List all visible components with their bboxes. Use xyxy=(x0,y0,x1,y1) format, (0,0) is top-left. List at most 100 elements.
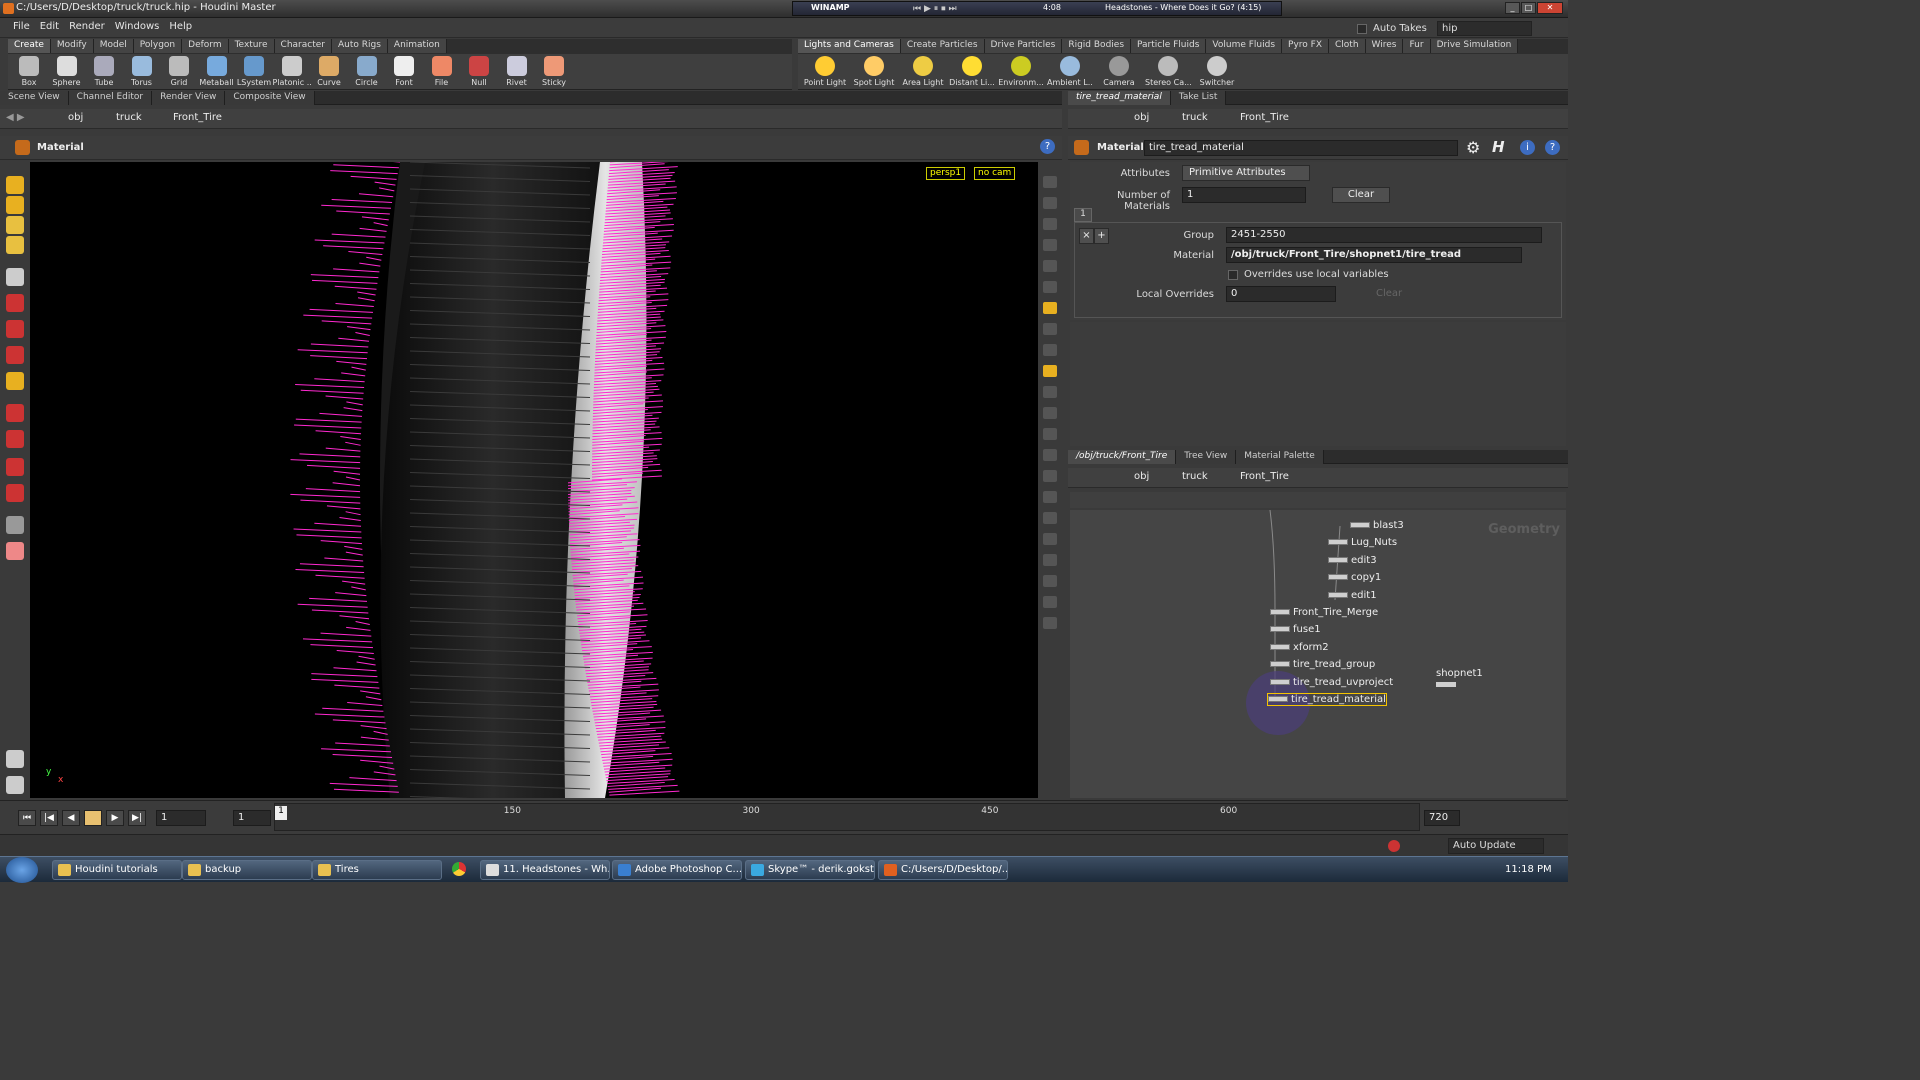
display-option-icon[interactable] xyxy=(1043,281,1057,293)
node-fuse1[interactable]: fuse1 xyxy=(1270,624,1321,635)
shelf-tab-cloth[interactable]: Cloth xyxy=(1329,39,1366,53)
shelf-tab-volume-fluids[interactable]: Volume Fluids xyxy=(1206,39,1283,53)
help-icon[interactable]: ? xyxy=(1040,139,1055,154)
auto-takes-checkbox[interactable] xyxy=(1357,24,1367,34)
gear-icon[interactable]: ⚙ xyxy=(1466,138,1480,157)
shelf-tab-modify[interactable]: Modify xyxy=(50,39,94,53)
help-icon[interactable]: ? xyxy=(1545,140,1560,155)
viewport-tool-icon[interactable] xyxy=(6,430,24,448)
shelf-tab-particle-fluids[interactable]: Particle Fluids xyxy=(1131,39,1207,53)
viewport-tool-icon[interactable] xyxy=(6,516,24,534)
viewport-tool-icon[interactable] xyxy=(6,294,24,312)
viewport-tool-icon[interactable] xyxy=(6,196,24,214)
display-option-icon[interactable] xyxy=(1043,449,1057,461)
local-overrides-field[interactable]: 0 xyxy=(1226,286,1336,302)
node-front_tire_merge[interactable]: Front_Tire_Merge xyxy=(1270,607,1378,618)
current-frame-marker[interactable]: 1 xyxy=(275,806,287,820)
scene-viewport[interactable]: y x xyxy=(30,162,1038,798)
winamp-bar[interactable]: WINAMP ⏮ ▶ ⏸ ⏹ ⏭ 4:08 Headstones - Where… xyxy=(792,1,1282,16)
start-button[interactable] xyxy=(6,857,38,883)
display-option-icon[interactable] xyxy=(1043,323,1057,335)
display-option-icon[interactable] xyxy=(1043,386,1057,398)
viewport-tool-icon[interactable] xyxy=(6,346,24,364)
stop-button[interactable] xyxy=(84,810,102,826)
chrome-icon[interactable] xyxy=(452,862,466,876)
tab-material-palette[interactable]: Material Palette xyxy=(1236,450,1324,464)
display-option-icon[interactable] xyxy=(1043,344,1057,356)
tool-box[interactable]: Box xyxy=(10,55,48,89)
viewport-tool-icon[interactable] xyxy=(6,320,24,338)
display-option-icon[interactable] xyxy=(1043,260,1057,272)
shelf-tab-texture[interactable]: Texture xyxy=(228,39,275,53)
back-icon[interactable]: ◀ ▶ xyxy=(6,112,25,123)
menu-file[interactable]: File xyxy=(8,18,35,35)
tool-font[interactable]: Font xyxy=(385,55,423,89)
path-obj[interactable]: obj xyxy=(1134,112,1149,123)
tool-metaball[interactable]: Metaball xyxy=(198,55,236,89)
tool-rivet[interactable]: Rivet xyxy=(498,55,536,89)
display-option-icon[interactable] xyxy=(1043,218,1057,230)
display-option-icon[interactable] xyxy=(1043,197,1057,209)
shelf-tab-deform[interactable]: Deform xyxy=(182,39,229,53)
display-option-icon[interactable] xyxy=(1043,428,1057,440)
display-option-icon[interactable] xyxy=(1043,239,1057,251)
path-node[interactable]: Front_Tire xyxy=(173,112,222,123)
play-button[interactable]: ▶ xyxy=(106,810,124,826)
viewport-tool-icon[interactable] xyxy=(6,372,24,390)
frame-field[interactable]: 1 xyxy=(156,810,206,826)
minimize-button[interactable]: _ xyxy=(1505,2,1520,14)
houdini-h-icon[interactable]: H xyxy=(1492,138,1505,156)
shelf-tab-character[interactable]: Character xyxy=(274,39,332,53)
display-option-icon[interactable] xyxy=(1043,617,1057,629)
display-option-icon[interactable] xyxy=(1043,365,1057,377)
display-option-icon[interactable] xyxy=(1043,512,1057,524)
tab-tree-view[interactable]: Tree View xyxy=(1176,450,1237,464)
tool-grid[interactable]: Grid xyxy=(160,55,198,89)
display-option-icon[interactable] xyxy=(1043,554,1057,566)
info-icon[interactable]: i xyxy=(1520,140,1535,155)
cam-select-menu[interactable]: no cam xyxy=(974,167,1016,180)
tab-scene-view[interactable]: Scene View xyxy=(0,91,69,105)
tool-torus[interactable]: Torus xyxy=(123,55,161,89)
tool-sticky[interactable]: Sticky xyxy=(535,55,573,89)
display-option-icon[interactable] xyxy=(1043,302,1057,314)
path-node[interactable]: Front_Tire xyxy=(1240,471,1289,482)
viewport-tool-icon[interactable] xyxy=(6,458,24,476)
task-5[interactable]: Skype™ - derik.gokst... xyxy=(745,860,875,880)
viewport-tool-icon[interactable] xyxy=(6,176,24,194)
take-select[interactable]: hip xyxy=(1437,21,1532,36)
node-edit1[interactable]: edit1 xyxy=(1328,590,1377,601)
play-icon[interactable]: ⏮ ▶ ⏸ ⏹ ⏭ xyxy=(913,4,957,14)
menu-help[interactable]: Help xyxy=(164,18,197,35)
display-option-icon[interactable] xyxy=(1043,533,1057,545)
path-node[interactable]: Front_Tire xyxy=(1240,112,1289,123)
shelf-tab-rigid-bodies[interactable]: Rigid Bodies xyxy=(1062,39,1132,53)
shelf-tab-animation[interactable]: Animation xyxy=(387,39,447,53)
num-materials-clear[interactable]: Clear xyxy=(1332,187,1390,203)
shelf-tab-wires[interactable]: Wires xyxy=(1365,39,1404,53)
tool-tube[interactable]: Tube xyxy=(85,55,123,89)
tab--obj-truck-front-tire[interactable]: /obj/truck/Front_Tire xyxy=(1068,450,1177,464)
group-field[interactable]: 2451-2550 xyxy=(1226,227,1542,243)
tool-stereoca[interactable]: Stereo Ca... xyxy=(1145,55,1191,89)
viewport-tool-icon[interactable] xyxy=(6,404,24,422)
step-back-button[interactable]: |◀ xyxy=(40,810,58,826)
path-truck[interactable]: truck xyxy=(1182,471,1208,482)
tool-sphere[interactable]: Sphere xyxy=(48,55,86,89)
viewport-tool-icon[interactable] xyxy=(6,216,24,234)
menu-edit[interactable]: Edit xyxy=(35,18,64,35)
tool-distantli[interactable]: Distant Li... xyxy=(949,55,995,89)
tab-composite-view[interactable]: Composite View xyxy=(225,91,315,105)
node-shopnet[interactable]: shopnet1 xyxy=(1436,668,1483,679)
shelf-tab-polygon[interactable]: Polygon xyxy=(133,39,183,53)
menu-windows[interactable]: Windows xyxy=(110,18,165,35)
node-tire_tread_group[interactable]: tire_tread_group xyxy=(1270,659,1375,670)
display-option-icon[interactable] xyxy=(1043,596,1057,608)
node-edit3[interactable]: edit3 xyxy=(1328,555,1377,566)
display-option-icon[interactable] xyxy=(1043,470,1057,482)
tool-spotlight[interactable]: Spot Light xyxy=(851,55,897,89)
menu-render[interactable]: Render xyxy=(64,18,110,35)
shelf-tab-model[interactable]: Model xyxy=(93,39,134,53)
viewport-tool-icon[interactable] xyxy=(6,268,24,286)
tool-pointlight[interactable]: Point Light xyxy=(802,55,848,89)
